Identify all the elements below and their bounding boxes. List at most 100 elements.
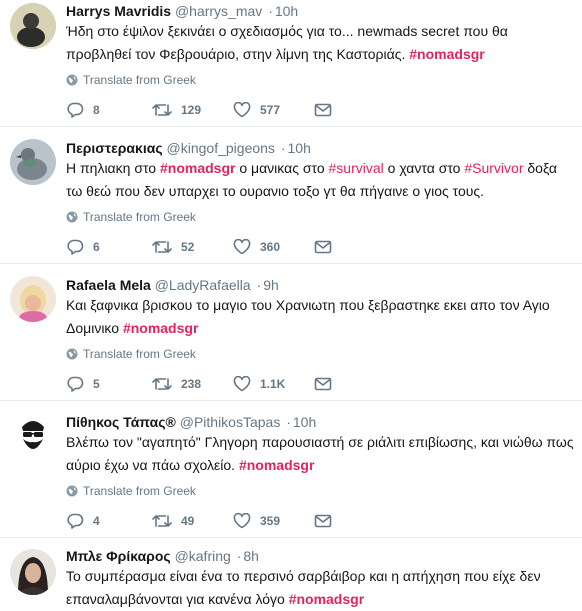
author-name[interactable]: Περιστερακιας — [66, 140, 163, 156]
tweet-header: Rafaela Mela @LadyRafaella · 9h — [66, 264, 574, 294]
tweet-text: Και ξαφνικα βρισκου το μαγιο του Χρανιωτ… — [66, 294, 574, 340]
tweet-actions: 8 129 577 — [66, 100, 332, 120]
reply-button[interactable]: 8 — [66, 102, 152, 118]
like-count: 1.1K — [260, 377, 286, 391]
separator: · — [268, 3, 273, 19]
like-button[interactable]: 360 — [233, 239, 314, 255]
reply-icon — [67, 513, 84, 529]
direct-message-button[interactable] — [314, 103, 332, 117]
timestamp[interactable]: 8h — [243, 548, 259, 564]
hashtag-link[interactable]: #survival — [329, 160, 384, 176]
translate-link[interactable]: Translate from Greek — [66, 209, 574, 225]
text-segment: Η πηλιακη στο — [66, 160, 160, 176]
tweet-header: Μπλε Φρίκαρος @kafring · 8h — [66, 538, 574, 565]
like-icon — [233, 513, 251, 529]
hashtag-link[interactable]: #nomadsgr — [123, 320, 198, 336]
direct-message-button[interactable] — [314, 240, 332, 254]
avatar[interactable] — [10, 276, 56, 322]
reply-button[interactable]: 5 — [66, 376, 152, 392]
tweet[interactable]: Περιστερακιας @kingof_pigeons · 10h Η πηλ… — [0, 127, 582, 264]
tweet-header: Περιστερακιας @kingof_pigeons · 10h — [66, 127, 574, 157]
tweet[interactable]: Rafaela Mela @LadyRafaella · 9h Και ξαφνι… — [0, 264, 582, 401]
hashtag-link[interactable]: #nomadsgr — [289, 591, 364, 607]
like-icon — [233, 239, 251, 255]
like-icon — [233, 102, 251, 118]
tweet[interactable]: Μπλε Φρίκαρος @kafring · 8h Το συμπέρασμα… — [0, 538, 582, 608]
hashtag-link[interactable]: #nomadsgr — [239, 457, 314, 473]
separator: · — [286, 414, 291, 430]
globe-icon — [66, 211, 78, 223]
translate-label: Translate from Greek — [83, 210, 196, 224]
avatar[interactable] — [10, 139, 56, 185]
reply-count: 6 — [93, 240, 100, 254]
author-name[interactable]: Πίθηκος Τάπας® — [66, 414, 176, 430]
reply-count: 8 — [93, 103, 100, 117]
like-button[interactable]: 577 — [233, 102, 314, 118]
author-name[interactable]: Μπλε Φρίκαρος — [66, 548, 171, 564]
tweet-text: Το συμπέρασμα είναι ένα το περσινό σαρβά… — [66, 565, 574, 611]
reply-icon — [67, 239, 84, 255]
timestamp[interactable]: 9h — [263, 277, 279, 293]
avatar[interactable] — [10, 549, 56, 595]
like-button[interactable]: 359 — [233, 513, 314, 529]
author-handle[interactable]: @kafring — [175, 548, 231, 564]
retweet-icon — [152, 515, 172, 527]
translate-label: Translate from Greek — [83, 484, 196, 498]
reply-count: 4 — [93, 514, 100, 528]
tweet-header: Harrys Mavridis @harrys_mav · 10h — [66, 0, 574, 20]
reply-count: 5 — [93, 377, 100, 391]
retweet-count: 49 — [181, 514, 195, 528]
retweet-count: 52 — [181, 240, 195, 254]
direct-message-button[interactable] — [314, 377, 332, 391]
globe-icon — [66, 348, 78, 360]
tweet[interactable]: Harrys Mavridis @harrys_mav · 10h Ήδη στο… — [0, 0, 582, 127]
reply-icon — [67, 376, 84, 392]
globe-icon — [66, 74, 78, 86]
tweet-actions: 5 238 1.1K — [66, 374, 332, 394]
tweet-text: Βλέπω τον "αγαπητό" Γληγορη παρουσιαστή … — [66, 431, 574, 477]
timestamp[interactable]: 10h — [288, 140, 311, 156]
like-count: 577 — [260, 103, 281, 117]
text-segment: Βλέπω τον "αγαπητό" Γληγορη παρουσιαστή … — [66, 434, 574, 473]
like-icon — [233, 376, 251, 392]
like-button[interactable]: 1.1K — [233, 376, 314, 392]
retweet-button[interactable]: 129 — [152, 102, 233, 118]
author-name[interactable]: Rafaela Mela — [66, 277, 151, 293]
retweet-icon — [152, 378, 172, 390]
retweet-button[interactable]: 238 — [152, 376, 233, 392]
translate-link[interactable]: Translate from Greek — [66, 72, 574, 88]
direct-message-button[interactable] — [314, 514, 332, 528]
avatar[interactable] — [10, 3, 56, 49]
text-segment: ο μανικας στο — [235, 160, 329, 176]
author-handle[interactable]: @harrys_mav — [175, 3, 262, 19]
reply-button[interactable]: 6 — [66, 239, 152, 255]
retweet-button[interactable]: 49 — [152, 513, 233, 529]
tweet-actions: 4 49 359 — [66, 511, 332, 531]
author-handle[interactable]: @LadyRafaella — [155, 277, 251, 293]
reply-button[interactable]: 4 — [66, 513, 152, 529]
retweet-count: 238 — [181, 377, 202, 391]
tweet-text: Ήδη στο έψιλον ξεκινάει ο σχεδιασμός για… — [66, 20, 574, 66]
retweet-icon — [152, 104, 172, 116]
timestamp[interactable]: 10h — [275, 3, 298, 19]
author-handle[interactable]: @PithikosTapas — [180, 414, 281, 430]
timestamp[interactable]: 10h — [293, 414, 316, 430]
translate-link[interactable]: Translate from Greek — [66, 483, 574, 499]
tweet[interactable]: Πίθηκος Τάπας® @PithikosTapas · 10h Βλέπω… — [0, 401, 582, 538]
like-count: 360 — [260, 240, 281, 254]
tweet-feed: Harrys Mavridis @harrys_mav · 10h Ήδη στο… — [0, 0, 582, 608]
tweet-header: Πίθηκος Τάπας® @PithikosTapas · 10h — [66, 401, 574, 431]
avatar[interactable] — [10, 413, 56, 459]
author-handle[interactable]: @kingof_pigeons — [167, 140, 275, 156]
translate-link[interactable]: Translate from Greek — [66, 346, 574, 362]
translate-label: Translate from Greek — [83, 347, 196, 361]
hashtag-link[interactable]: #Survivor — [464, 160, 523, 176]
author-name[interactable]: Harrys Mavridis — [66, 3, 171, 19]
like-count: 359 — [260, 514, 281, 528]
retweet-button[interactable]: 52 — [152, 239, 233, 255]
reply-icon — [67, 102, 84, 118]
direct-message-icon — [314, 514, 332, 528]
hashtag-link[interactable]: #nomadsgr — [160, 160, 235, 176]
hashtag-link[interactable]: #nomadsgr — [409, 46, 484, 62]
tweet-text: Η πηλιακη στο #nomadsgr ο μανικας στο #s… — [66, 157, 574, 203]
